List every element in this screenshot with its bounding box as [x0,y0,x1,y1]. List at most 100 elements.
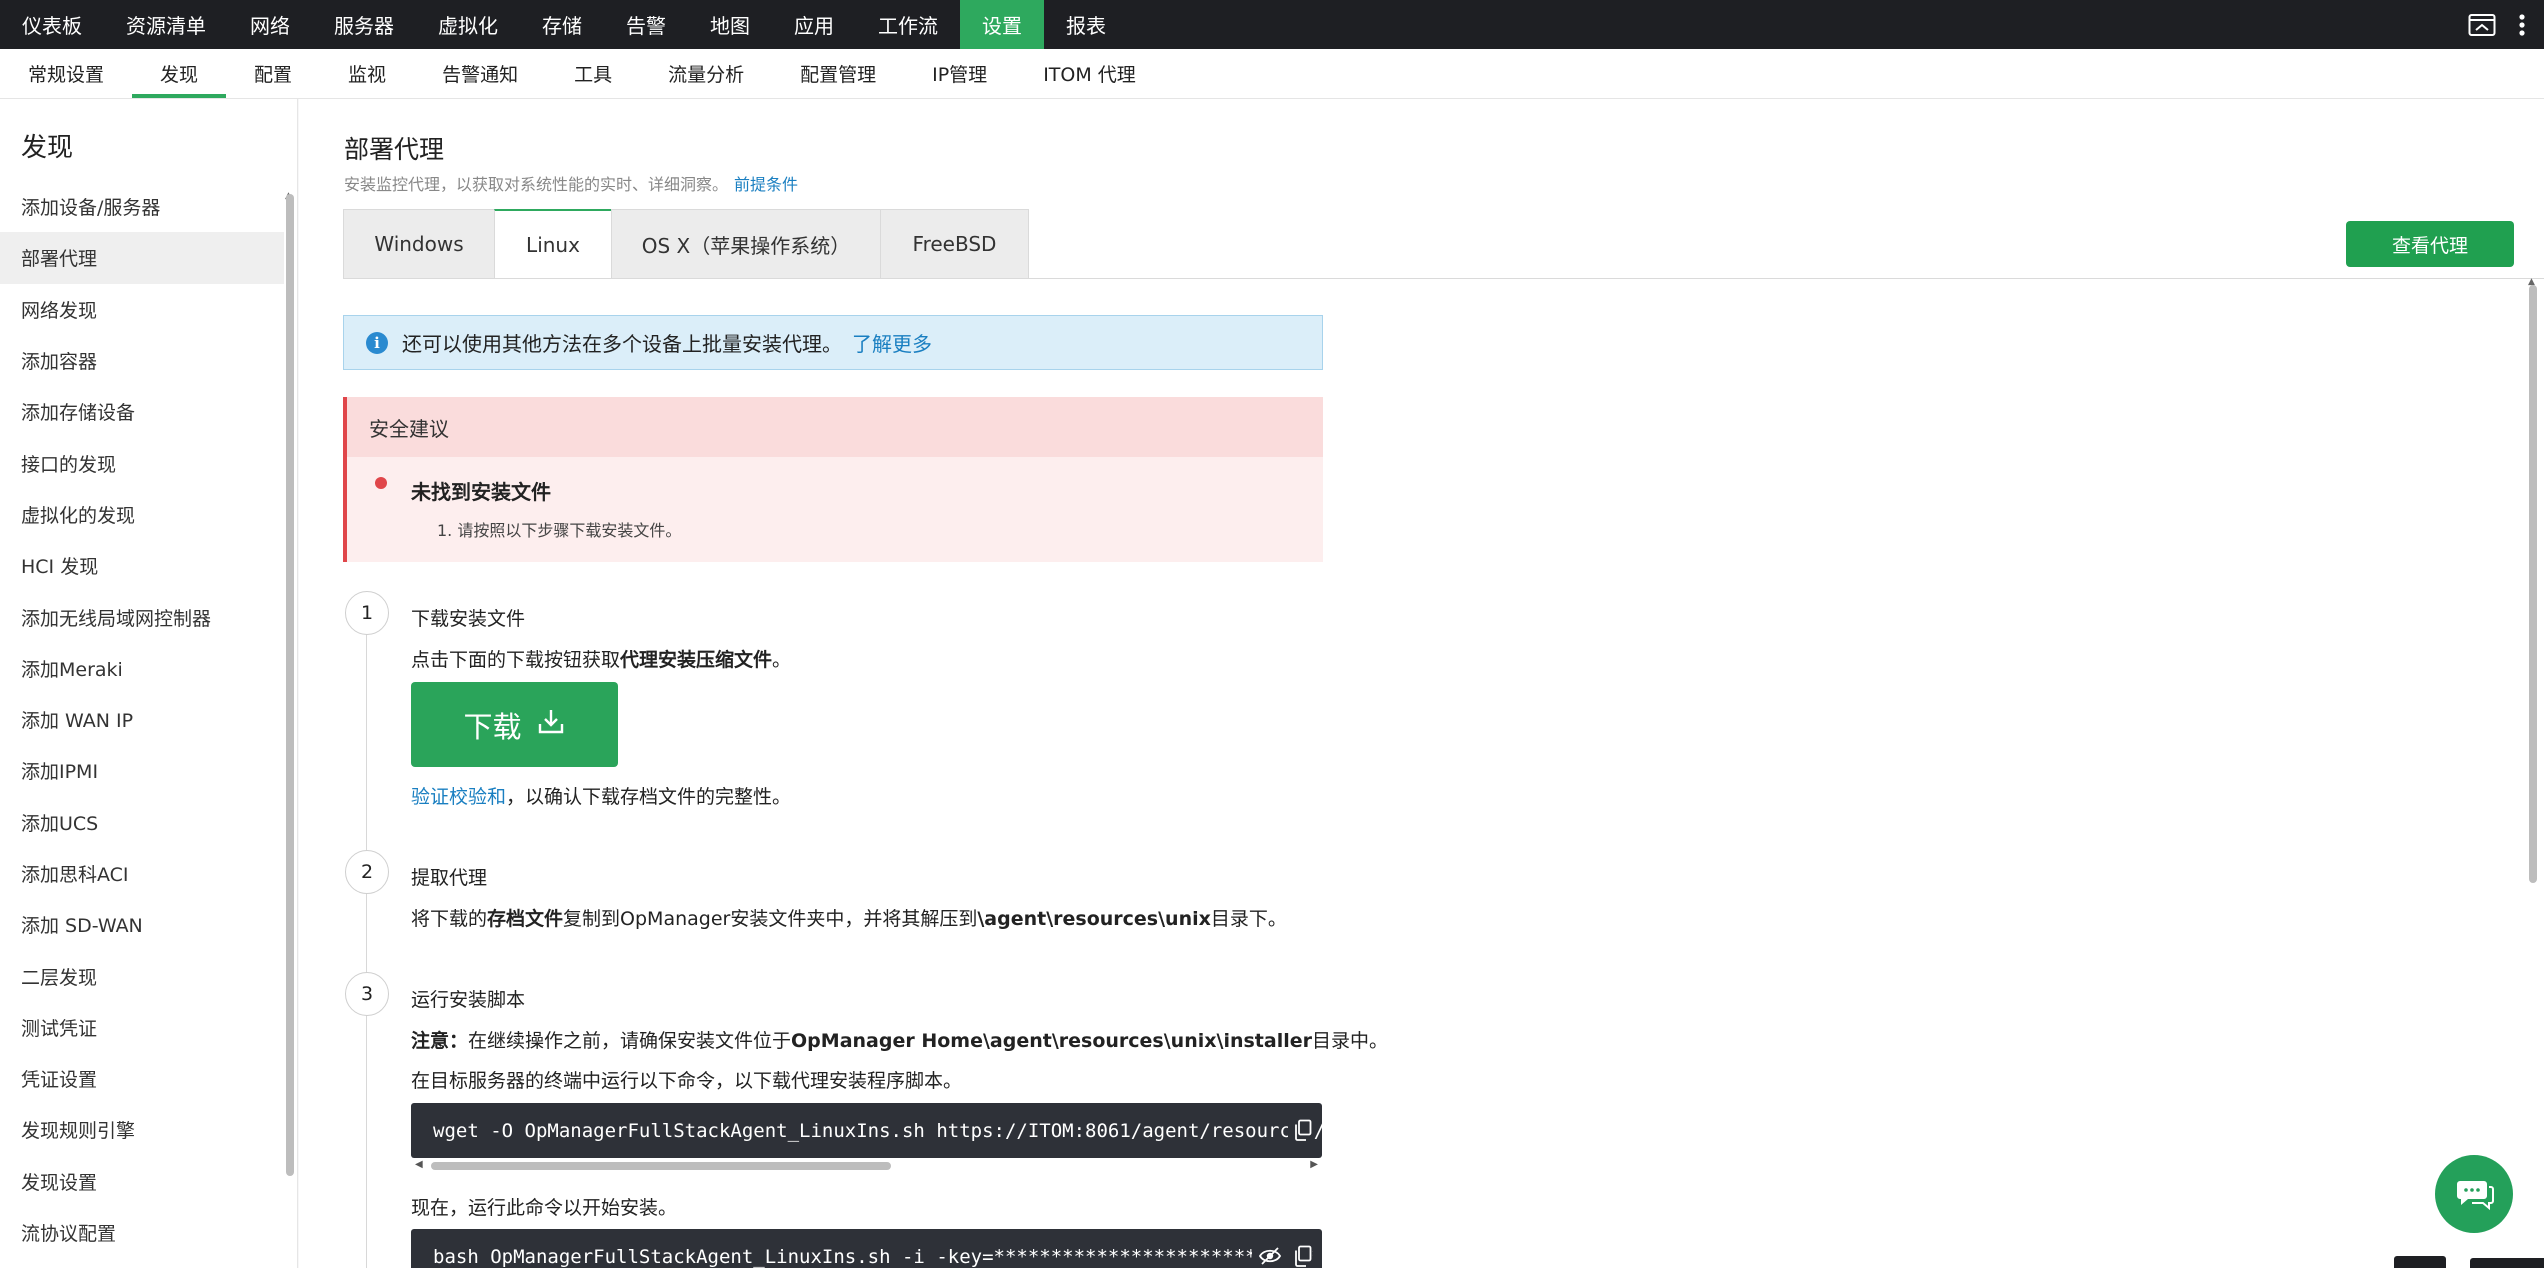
top-nav-actions [2468,0,2544,49]
sidebar-item-add-ipmi[interactable]: 添加IPMI [0,745,284,796]
bash-command-block[interactable]: bash OpManagerFullStackAgent_LinuxIns.sh… [411,1229,1322,1268]
step-3-line2: 在目标服务器的终端中运行以下命令，以下载代理安装程序脚本。 [411,1070,963,1092]
subnav-config-management[interactable]: 配置管理 [772,49,904,98]
page-subtitle-text: 安装监控代理，以获取对系统性能的实时、详细洞察。 [344,175,729,194]
tab-linux[interactable]: Linux [494,209,612,279]
sidebar-item-deploy-agent[interactable]: 部署代理 [0,232,284,284]
info-icon: i [366,331,388,354]
scroll-left-icon[interactable]: ◀ [415,1159,423,1170]
learn-more-link[interactable]: 了解更多 [852,328,932,357]
subnav-itom-agent[interactable]: ITOM 代理 [1015,49,1164,98]
step-2-desc-bold1: 存档文件 [487,908,564,930]
chat-icon [2457,1181,2494,1211]
sidebar-item-add-sd-wan[interactable]: 添加 SD-WAN [0,899,284,950]
subnav-general[interactable]: 常规设置 [0,49,132,98]
tab-freebsd[interactable]: FreeBSD [880,209,1029,279]
subnav-notifications[interactable]: 告警通知 [414,49,546,98]
nav-storage[interactable]: 存储 [520,0,604,49]
chat-button[interactable] [2435,1155,2513,1233]
code-scroll-thumb[interactable] [431,1162,891,1170]
subnav-configuration[interactable]: 配置 [226,49,320,98]
verify-text: ，以确认下载存档文件的完整性。 [506,786,792,808]
nav-dashboard[interactable]: 仪表板 [0,0,104,49]
sidebar-item-virtualization-discovery[interactable]: 虚拟化的发现 [0,489,284,540]
top-nav: 仪表板 资源清单 网络 服务器 虚拟化 存储 告警 地图 应用 工作流 设置 报… [0,0,2544,49]
main-scrollbar[interactable] [2529,285,2537,883]
subnav-flow-analysis[interactable]: 流量分析 [640,49,772,98]
step-2-number: 2 [345,850,389,894]
tab-windows[interactable]: Windows [343,209,495,279]
nav-settings[interactable]: 设置 [960,0,1044,49]
sidebar-item-interface-discovery[interactable]: 接口的发现 [0,437,284,488]
page-subtitle: 安装监控代理，以获取对系统性能的实时、详细洞察。 前提条件 [344,171,798,195]
tab-osx[interactable]: OS X（苹果操作系统） [611,209,881,279]
sidebar-item-add-container[interactable]: 添加容器 [0,335,284,386]
prerequisites-link[interactable]: 前提条件 [734,175,798,194]
step-2-desc-post: 目录下。 [1210,908,1287,930]
copy-icon-2[interactable] [1294,1245,1312,1268]
sidebar-item-add-ucs[interactable]: 添加UCS [0,797,284,848]
step-2-desc-bold2: \agent\resources\unix [977,908,1211,930]
subnav-tools[interactable]: 工具 [546,49,640,98]
footer-widget-1[interactable] [2394,1256,2446,1268]
nav-maps[interactable]: 地图 [688,0,772,49]
step-3-note: 注意：在继续操作之前，请确保安装文件位于OpManager Home\agent… [411,1026,1388,1053]
wget-command-block[interactable]: wget -O OpManagerFullStackAgent_LinuxIns… [411,1103,1322,1158]
eye-icon[interactable] [1258,1245,1282,1268]
bash-command: bash OpManagerFullStackAgent_LinuxIns.sh… [433,1245,1314,1268]
steps-timeline [366,592,367,1268]
sidebar-item-credential-settings[interactable]: 凭证设置 [0,1053,284,1104]
page-title: 部署代理 [344,135,445,164]
sidebar-item-discovery-settings[interactable]: 发现设置 [0,1156,284,1207]
step-2-title: 提取代理 [411,867,488,889]
sidebar-item-add-wan-ip[interactable]: 添加 WAN IP [0,694,284,745]
download-label: 下载 [463,711,522,744]
download-button[interactable]: 下载 [411,682,618,767]
sidebar-item-flow-protocol[interactable]: 流协议配置 [0,1207,284,1258]
error-dot-icon [375,477,387,489]
sidebar-item-test-credentials[interactable]: 测试凭证 [0,1002,284,1053]
step-1-desc-pre: 点击下面的下载按钮获取 [411,649,621,671]
sidebar-item-add-storage[interactable]: 添加存储设备 [0,386,284,437]
step-2-description: 将下载的存档文件复制到OpManager安装文件夹中，并将其解压到\agent\… [411,904,1287,931]
step-1-verify: 验证校验和，以确认下载存档文件的完整性。 [411,782,791,809]
copy-icon[interactable] [1294,1119,1312,1146]
code-horizontal-scrollbar[interactable]: ◀ ▶ [411,1159,1322,1173]
step-1-description: 点击下面的下载按钮获取代理安装压缩文件。 [411,645,791,672]
footer-widget-2[interactable] [2470,1258,2544,1268]
subnav-monitoring[interactable]: 监视 [320,49,414,98]
window-icon[interactable] [2468,13,2496,37]
nav-alarms[interactable]: 告警 [604,0,688,49]
nav-reports[interactable]: 报表 [1044,0,1128,49]
sidebar-scrollbar[interactable] [286,194,294,1176]
code-actions-2 [1252,1245,1312,1268]
nav-network[interactable]: 网络 [228,0,312,49]
sidebar-item-add-cisco-aci[interactable]: 添加思科ACI [0,848,284,899]
view-agents-button[interactable]: 查看代理 [2346,221,2514,267]
more-vertical-icon[interactable] [2518,13,2526,37]
main-content: 部署代理 安装监控代理，以获取对系统性能的实时、详细洞察。 前提条件 Window… [299,99,2544,1268]
subnav-ip-management[interactable]: IP管理 [904,49,1015,98]
step-3-title: 运行安装脚本 [411,989,526,1011]
sidebar-item-layer2-discovery[interactable]: 二层发现 [0,950,284,1001]
sidebar-item-add-wlc[interactable]: 添加无线局域网控制器 [0,591,284,642]
security-alert: 安全建议 未找到安装文件 1. 请按照以下步骤下载安装文件。 [343,397,1323,562]
sidebar-item-add-device[interactable]: 添加设备/服务器 [0,181,284,232]
nav-workflow[interactable]: 工作流 [856,0,960,49]
note-path: OpManager Home\agent\resources\unix\inst… [791,1030,1312,1052]
note-text: 在继续操作之前，请确保安装文件位于 [468,1030,792,1052]
sidebar-item-hci-discovery[interactable]: HCI 发现 [0,540,284,591]
subnav-discovery[interactable]: 发现 [132,49,227,98]
nav-inventory[interactable]: 资源清单 [104,0,228,49]
sidebar-item-add-meraki[interactable]: 添加Meraki [0,643,284,694]
nav-servers[interactable]: 服务器 [312,0,416,49]
nav-apps[interactable]: 应用 [772,0,856,49]
info-text: 还可以使用其他方法在多个设备上批量安装代理。 [402,332,842,356]
code-actions [1288,1119,1312,1146]
scroll-right-icon[interactable]: ▶ [1310,1159,1318,1170]
step-1-number: 1 [345,591,389,635]
verify-checksum-link[interactable]: 验证校验和 [411,786,506,808]
sidebar-item-rule-engine[interactable]: 发现规则引擎 [0,1104,284,1155]
nav-virtualization[interactable]: 虚拟化 [416,0,520,49]
sidebar-item-network-discovery[interactable]: 网络发现 [0,284,284,335]
